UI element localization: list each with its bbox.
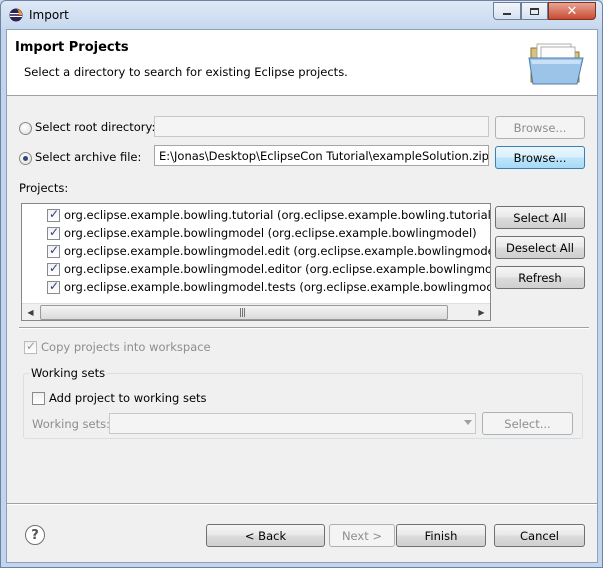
add-to-working-sets-label: Add project to working sets [49, 391, 207, 405]
back-button[interactable]: < Back [206, 524, 325, 547]
project-checkbox[interactable] [47, 279, 60, 294]
projects-label: Projects: [19, 181, 69, 195]
list-item[interactable]: org.eclipse.example.bowling.tutorial (or… [22, 206, 491, 224]
working-sets-select-button[interactable]: Select... [482, 412, 573, 435]
project-checkbox[interactable] [47, 243, 60, 258]
projects-list[interactable]: org.eclipse.example.bowling.tutorial (or… [21, 203, 491, 321]
archive-file-field[interactable]: E:\Jonas\Desktop\EclipseCon Tutorial\exa… [154, 145, 489, 166]
archive-file-radio[interactable] [19, 152, 32, 165]
archive-file-label: Select archive file: [35, 150, 142, 164]
window-title: Import [29, 8, 69, 22]
maximize-icon [530, 7, 539, 15]
root-browse-button[interactable]: Browse... [495, 116, 585, 139]
wizard-header: Import Projects Select a directory to se… [7, 30, 597, 96]
scroll-left-arrow-icon[interactable]: ◀ [22, 304, 39, 320]
import-dialog: Import ✕ Import Projects Select a direct… [0, 0, 603, 568]
deselect-all-button[interactable]: Deselect All [495, 236, 585, 259]
project-name: org.eclipse.example.bowlingmodel (org.ec… [64, 226, 477, 240]
copy-into-workspace-label: Copy projects into workspace [41, 340, 211, 354]
project-name: org.eclipse.example.bowling.tutorial (or… [64, 208, 491, 222]
next-button[interactable]: Next > [329, 524, 395, 547]
list-item[interactable]: org.eclipse.example.bowlingmodel.tests (… [22, 278, 490, 296]
close-button[interactable]: ✕ [548, 2, 596, 20]
root-directory-field[interactable] [154, 116, 489, 137]
dialog-body: Import Projects Select a directory to se… [6, 29, 598, 563]
folder-open-icon [528, 43, 584, 85]
list-item[interactable]: org.eclipse.example.bowlingmodel.editor … [22, 260, 491, 278]
eclipse-icon [9, 8, 23, 22]
root-directory-radio[interactable] [19, 122, 32, 135]
close-icon: ✕ [566, 3, 578, 19]
minimize-button[interactable] [493, 2, 521, 20]
project-name: org.eclipse.example.bowlingmodel.edit (o… [64, 244, 491, 258]
project-checkbox[interactable] [47, 225, 60, 240]
project-name: org.eclipse.example.bowlingmodel.editor … [64, 262, 491, 276]
working-sets-combo[interactable] [109, 413, 476, 434]
maximize-button[interactable] [521, 2, 548, 20]
scrollbar-thumb[interactable]: ||| [40, 305, 448, 320]
grip-icon: ||| [239, 308, 246, 318]
help-icon[interactable]: ? [25, 525, 45, 545]
divider [19, 327, 589, 329]
footer-divider [7, 503, 597, 505]
cancel-button[interactable]: Cancel [494, 524, 585, 547]
project-checkbox[interactable] [47, 207, 60, 222]
project-name: org.eclipse.example.bowlingmodel.tests (… [64, 280, 490, 294]
refresh-button[interactable]: Refresh [495, 266, 585, 289]
minimize-icon [503, 13, 511, 15]
horizontal-scrollbar[interactable]: ◀ ||| ▶ [22, 303, 490, 320]
page-title: Import Projects [15, 40, 129, 55]
list-item[interactable]: org.eclipse.example.bowlingmodel (org.ec… [22, 224, 490, 242]
project-checkbox[interactable] [47, 261, 60, 276]
root-directory-label: Select root directory: [35, 120, 156, 134]
working-sets-label: Working sets: [32, 417, 111, 431]
copy-into-workspace-checkbox[interactable] [24, 339, 37, 354]
finish-button[interactable]: Finish [396, 524, 486, 547]
add-to-working-sets-checkbox[interactable] [32, 392, 45, 405]
select-all-button[interactable]: Select All [495, 206, 585, 229]
list-item[interactable]: org.eclipse.example.bowlingmodel.edit (o… [22, 242, 491, 260]
working-sets-title: Working sets [29, 366, 108, 380]
scroll-right-arrow-icon[interactable]: ▶ [473, 304, 490, 320]
title-bar: Import ✕ [1, 1, 602, 29]
page-description: Select a directory to search for existin… [24, 65, 348, 79]
chevron-down-icon [464, 420, 472, 425]
archive-browse-button[interactable]: Browse... [495, 146, 585, 169]
